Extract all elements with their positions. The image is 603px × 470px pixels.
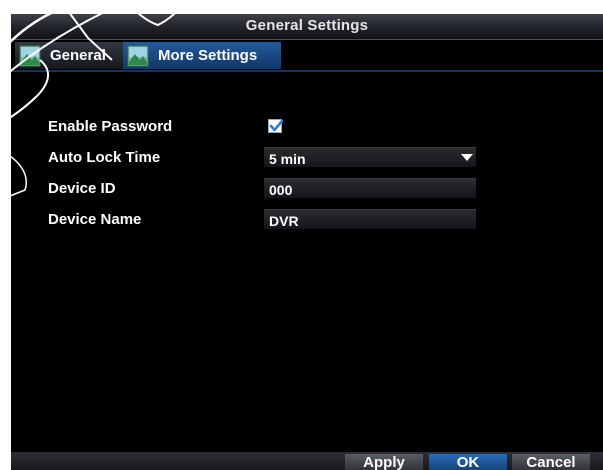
apply-button[interactable]: Apply — [345, 454, 423, 470]
device-name-value: DVR — [269, 213, 299, 229]
device-id-label: Device ID — [48, 180, 116, 197]
auto-lock-time-label: Auto Lock Time — [48, 149, 161, 166]
device-name-input[interactable]: DVR — [264, 209, 476, 229]
ok-button[interactable]: OK — [429, 454, 507, 470]
title-bar: General Settings — [11, 14, 603, 40]
window-title: General Settings — [245, 17, 369, 34]
tab-more-settings[interactable]: More Settings — [123, 42, 281, 69]
cancel-button[interactable]: Cancel — [512, 454, 590, 470]
enable-password-row: Enable Password — [11, 116, 603, 140]
settings-panel: Enable Password Auto Lock Time 5 min Dev… — [11, 72, 603, 452]
tab-more-settings-label: More Settings — [158, 47, 258, 64]
tab-general[interactable]: General — [15, 42, 123, 69]
landscape-image-icon — [19, 45, 41, 66]
device-id-input[interactable]: 000 — [264, 178, 476, 198]
general-settings-window: General Settings General More Settings E… — [11, 14, 603, 470]
device-id-value: 000 — [269, 182, 293, 198]
button-bar: Apply OK Cancel — [11, 452, 603, 470]
landscape-image-icon — [127, 45, 149, 66]
chevron-down-icon[interactable] — [461, 154, 473, 161]
enable-password-checkbox[interactable] — [268, 119, 284, 133]
tab-general-label: General — [50, 47, 106, 64]
device-id-row: Device ID 000 — [11, 178, 603, 202]
checkmark-icon — [269, 119, 284, 132]
auto-lock-time-row: Auto Lock Time 5 min — [11, 147, 603, 171]
device-name-row: Device Name DVR — [11, 209, 603, 233]
tab-bar: General More Settings — [11, 40, 603, 72]
device-name-label: Device Name — [48, 211, 142, 228]
auto-lock-time-value: 5 min — [269, 151, 306, 167]
auto-lock-time-dropdown[interactable]: 5 min — [264, 147, 476, 167]
enable-password-label: Enable Password — [48, 118, 173, 135]
